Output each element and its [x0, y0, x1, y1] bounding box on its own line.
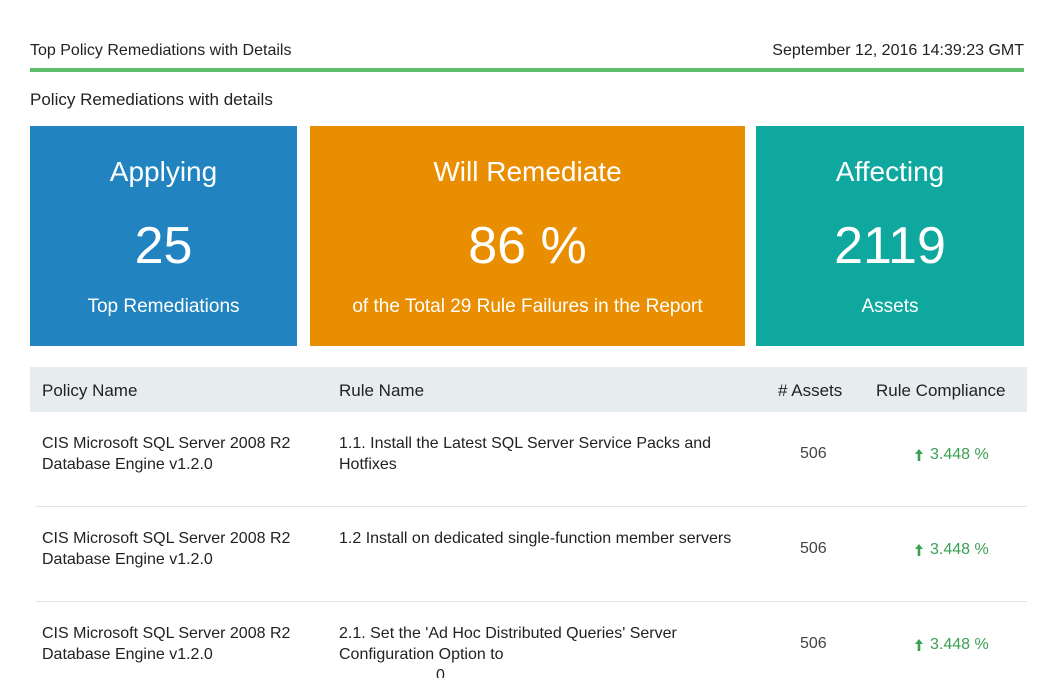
column-header-assets[interactable]: # Assets [778, 381, 842, 401]
assets-cell: 506 [800, 635, 827, 652]
compliance-value: 3.448 % [930, 541, 989, 558]
policy-name-cell: CIS Microsoft SQL Server 2008 R2 Databas… [42, 435, 291, 473]
assets-cell: 506 [800, 445, 827, 462]
compliance-value: 3.448 % [930, 636, 989, 653]
compliance-cell: 3.448 % [914, 636, 989, 654]
arrow-up-icon [915, 449, 923, 461]
kpi-value: 86 % [468, 217, 587, 275]
policy-name-cell: CIS Microsoft SQL Server 2008 R2 Databas… [42, 625, 291, 663]
column-header-rule-compliance[interactable]: Rule Compliance [876, 381, 1005, 401]
section-title: Policy Remediations with details [30, 90, 273, 109]
kpi-caption: Top Remediations [87, 296, 240, 317]
kpi-value: 2119 [834, 217, 946, 275]
compliance-value: 3.448 % [930, 446, 989, 463]
rule-name-tail: 0 [436, 667, 445, 678]
table-row[interactable]: CIS Microsoft SQL Server 2008 R2 Databas… [36, 507, 1027, 602]
kpi-applying-card: Applying 25 Top Remediations [30, 126, 297, 346]
arrow-up-icon [915, 639, 923, 651]
policy-name-cell: CIS Microsoft SQL Server 2008 R2 Databas… [42, 530, 291, 568]
table-row[interactable]: CIS Microsoft SQL Server 2008 R2 Databas… [36, 602, 1027, 678]
rule-name-cell: 1.1. Install the Latest SQL Server Servi… [339, 435, 712, 473]
assets-cell: 506 [800, 540, 827, 557]
arrow-up-icon [915, 544, 923, 556]
rule-name-cell: 2.1. Set the 'Ad Hoc Distributed Queries… [339, 625, 677, 663]
rule-name-cell: 1.2 Install on dedicated single-function… [339, 530, 732, 547]
report-header: Top Policy Remediations with Details Sep… [30, 40, 1024, 62]
column-header-rule-name[interactable]: Rule Name [339, 381, 424, 401]
kpi-value: 25 [134, 217, 193, 275]
kpi-will-remediate-card: Will Remediate 86 % of the Total 29 Rule… [310, 126, 745, 346]
kpi-heading: Applying [109, 156, 218, 187]
report-title: Top Policy Remediations with Details [30, 42, 292, 59]
table-row[interactable]: CIS Microsoft SQL Server 2008 R2 Databas… [36, 412, 1027, 507]
remediations-table: Policy Name Rule Name # Assets Rule Comp… [30, 367, 1027, 678]
compliance-cell: 3.448 % [914, 446, 989, 464]
header-divider [30, 68, 1024, 72]
kpi-heading: Will Remediate [433, 156, 622, 187]
kpi-affecting-card: Affecting 2119 Assets [756, 126, 1024, 346]
compliance-cell: 3.448 % [914, 541, 989, 559]
report-timestamp: September 12, 2016 14:39:23 GMT [772, 42, 1024, 59]
report-page: Top Policy Remediations with Details Sep… [0, 0, 1043, 678]
table-header: Policy Name Rule Name # Assets Rule Comp… [30, 367, 1027, 412]
kpi-caption: Assets [861, 296, 919, 317]
kpi-heading: Affecting [835, 156, 945, 187]
kpi-caption: of the Total 29 Rule Failures in the Rep… [352, 296, 703, 317]
column-header-policy-name[interactable]: Policy Name [42, 381, 137, 401]
